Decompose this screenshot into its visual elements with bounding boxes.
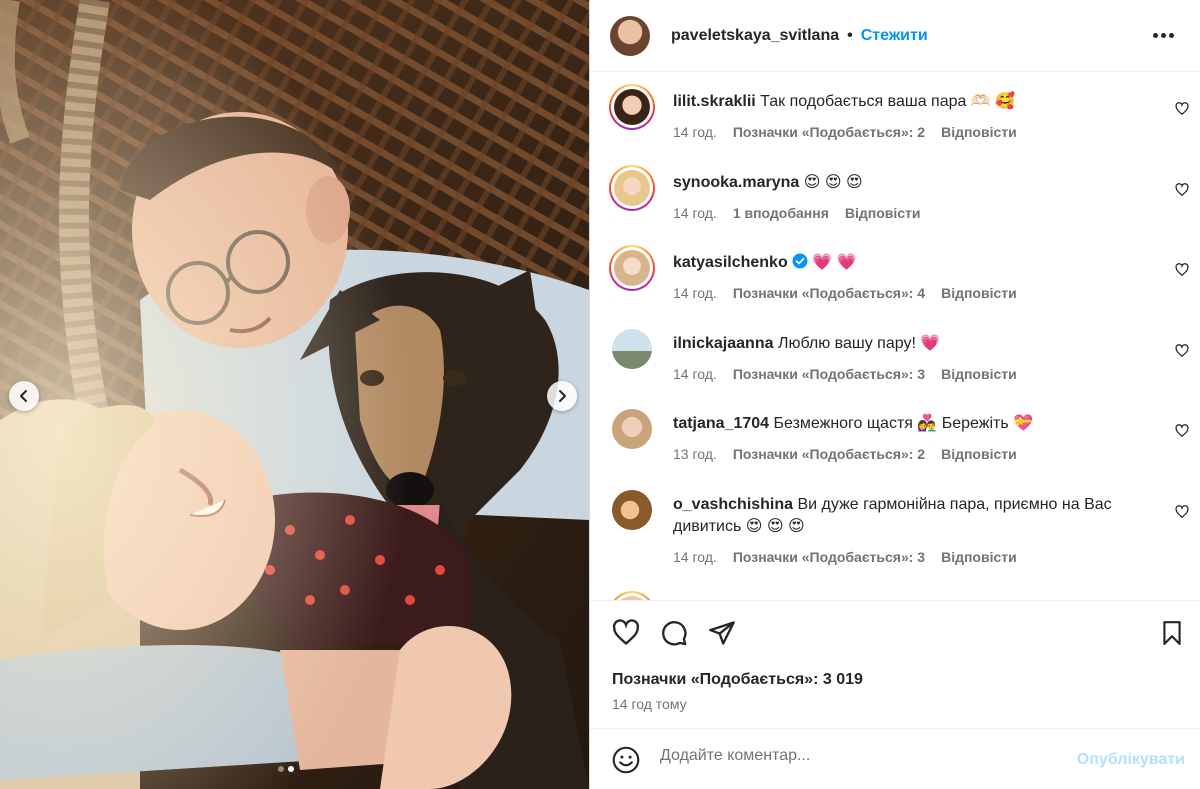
header-separator: • [847,26,853,44]
post-photo [0,0,589,789]
commenter-username[interactable]: katyasilchenko [673,254,788,271]
comment-bubble-icon[interactable] [660,619,688,647]
story-ring[interactable] [609,245,655,291]
reply-button[interactable]: Відповісти [941,363,1017,385]
reply-button[interactable]: Відповісти [941,121,1017,143]
post-side-panel: paveletskaya_svitlana • Стежити lilit.sk… [589,0,1200,789]
carousel-dot [278,766,284,772]
commenter-username[interactable]: tatjana_1704 [673,415,769,432]
publish-button[interactable]: Опублікувати [1077,751,1185,769]
comment-likes[interactable]: Позначки «Подобається»: 2 [733,443,925,465]
carousel-dots [278,766,294,772]
heart-icon[interactable] [1175,505,1189,519]
commenter-username[interactable]: ilnickajaanna [673,335,774,352]
comment-time[interactable]: 14 год. [673,121,717,143]
follow-button[interactable]: Стежити [861,27,928,45]
chevron-right-icon [559,390,566,402]
photo-illustration [0,0,589,789]
comment-likes[interactable]: Позначки «Подобається»: 4 [733,282,925,304]
reply-button[interactable]: Відповісти [941,546,1017,568]
commenter-avatar[interactable] [612,329,652,369]
comment-text: Так подобається ваша пара 🫶🏻 🥰 [760,93,1016,110]
comment-likes[interactable]: Позначки «Подобається»: 3 [733,363,925,385]
comment-composer: Опублікувати [590,728,1200,789]
reply-button[interactable]: Відповісти [845,202,921,224]
comment-text: 😍 😍 😍 [803,174,863,191]
author-username[interactable]: paveletskaya_svitlana [671,27,839,45]
verified-badge-icon [792,253,808,269]
story-ring[interactable] [609,165,655,211]
heart-icon[interactable] [1175,424,1189,438]
share-send-icon[interactable] [708,619,736,647]
chevron-left-icon [20,390,27,402]
post-time[interactable]: 14 год тому [612,696,687,712]
carousel-prev-button[interactable] [9,381,39,411]
comment-likes[interactable]: Позначки «Подобається»: 2 [733,121,925,143]
story-ring[interactable] [609,84,655,130]
comment-time[interactable]: 14 год. [673,282,717,304]
heart-icon[interactable] [1175,263,1189,277]
heart-icon[interactable] [1175,344,1189,358]
post-likes-count[interactable]: Позначки «Подобається»: 3 019 [612,671,863,689]
comment-text: Люблю вашу пару! 💗 [777,335,941,352]
commenter-avatar [614,89,650,125]
commenter-username[interactable]: synooka.maryna [673,174,799,191]
comment-text: Безмежного щастя 👩‍❤️‍👨 Бережіть 💝 [773,415,1034,432]
comment-time[interactable]: 14 год. [673,546,717,568]
commenter-username[interactable]: lilit.skraklii [673,93,756,110]
comments-list[interactable]: lilit.skraklii Так подобається ваша пара… [590,73,1200,600]
comment-time[interactable]: 14 год. [673,363,717,385]
comment-likes[interactable]: Позначки «Подобається»: 3 [733,546,925,568]
emoji-smile-icon[interactable] [612,746,640,774]
commenter-avatar [614,250,650,286]
bookmark-icon[interactable] [1159,619,1185,647]
commenter-avatar [614,170,650,206]
post-actions: Позначки «Подобається»: 3 019 14 год том… [590,600,1200,727]
comment-text: 💗 💗 [812,254,857,271]
more-horizontal-icon[interactable] [1147,27,1180,44]
heart-icon[interactable] [1175,102,1189,116]
comment-input[interactable] [660,747,1040,765]
like-heart-icon[interactable] [612,619,640,647]
story-ring[interactable] [609,591,655,600]
heart-icon[interactable] [1175,183,1189,197]
commenter-username[interactable]: o_vashchishina [673,496,793,513]
comment-likes[interactable]: 1 вподобання [733,202,829,224]
reply-button[interactable]: Відповісти [941,282,1017,304]
commenter-avatar[interactable] [612,409,652,449]
post-header: paveletskaya_svitlana • Стежити [590,0,1200,72]
carousel-dot [288,766,294,772]
author-avatar[interactable] [610,15,650,56]
comment-time[interactable]: 13 год. [673,443,717,465]
carousel-next-button[interactable] [547,381,577,411]
commenter-avatar[interactable] [612,490,652,530]
reply-button[interactable]: Відповісти [941,443,1017,465]
comment-time[interactable]: 14 год. [673,202,717,224]
